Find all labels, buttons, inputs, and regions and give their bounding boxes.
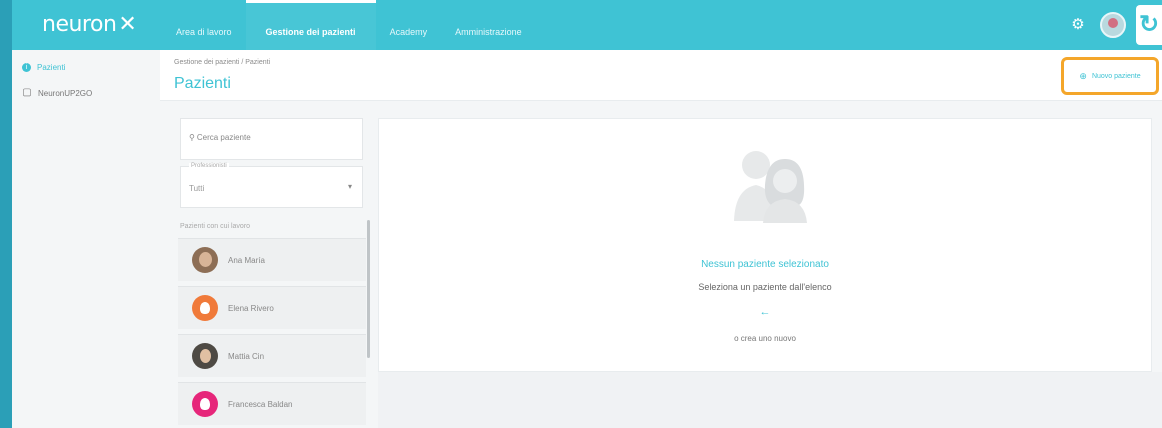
app-logo[interactable]: neuron✕	[42, 12, 137, 37]
search-icon: ⚲	[189, 133, 195, 142]
patient-list: Ana María Elena Rivero Mattia Cin France…	[178, 238, 366, 428]
breadcrumb[interactable]: Gestione dei pazienti / Pazienti	[174, 59, 270, 66]
device-icon: ▢	[22, 87, 32, 98]
page-header: Gestione dei pazienti / Pazienti Pazient…	[160, 50, 1162, 101]
arrow-left-icon: ←	[759, 306, 771, 318]
people-placeholder-icon	[734, 151, 807, 223]
app-window: neuron✕ Area di lavoro Gestione dei pazi…	[12, 0, 1162, 428]
list-heading: Pazienti con cui lavoro	[180, 223, 251, 230]
sidebar: i Pazienti ▢ NeuronUP2GO	[12, 50, 160, 428]
user-avatar[interactable]	[1100, 12, 1126, 38]
logo-mark: ✕	[118, 12, 137, 37]
empty-state-title: Nessun paziente selezionato	[701, 259, 829, 270]
top-bar: neuron✕ Area di lavoro Gestione dei pazi…	[12, 0, 1162, 50]
search-placeholder: Cerca paziente	[196, 133, 251, 142]
create-new-hint: o crea uno nuovo	[734, 334, 796, 343]
page-title: Pazienti	[174, 75, 231, 92]
select-value: Tutti	[189, 184, 205, 193]
nav-academy[interactable]: Academy	[376, 0, 442, 50]
empty-state-card: Nessun paziente selezionato Seleziona un…	[378, 118, 1152, 372]
patient-name: Francesca Baldan	[228, 399, 293, 409]
new-patient-highlight: ⊕ Nuovo paziente	[1061, 57, 1159, 95]
patient-name: Ana María	[228, 255, 265, 265]
sidebar-item-label: NeuronUP2GO	[38, 88, 93, 98]
list-item[interactable]: Francesca Baldan	[178, 382, 366, 425]
list-item[interactable]: Elena Rivero	[178, 286, 366, 329]
sidebar-item-label: Pazienti	[37, 62, 66, 72]
search-input[interactable]: ⚲ Cerca paziente	[180, 118, 363, 160]
sidebar-item-neuronup2go[interactable]: ▢ NeuronUP2GO	[12, 80, 160, 106]
top-icons: ⚙ ↻	[1070, 0, 1162, 50]
avatar	[192, 295, 218, 321]
new-patient-button[interactable]: ⊕ Nuovo paziente	[1079, 71, 1140, 82]
gear-icon[interactable]: ⚙	[1070, 17, 1086, 33]
logo-text: neuron	[42, 12, 117, 37]
lower-area	[378, 372, 1162, 428]
main-nav: Area di lavoro Gestione dei pazienti Aca…	[162, 0, 536, 50]
list-item[interactable]: Ana María	[178, 238, 366, 281]
empty-state-subtitle: Seleziona un paziente dall'elenco	[698, 282, 832, 292]
patient-list-panel: ⚲ Cerca paziente Professionisti Tutti ▾ P…	[166, 102, 378, 428]
nav-amministrazione[interactable]: Amministrazione	[441, 0, 536, 50]
avatar	[192, 391, 218, 417]
sidebar-item-pazienti[interactable]: i Pazienti	[12, 54, 160, 80]
plus-icon: ⊕	[1079, 70, 1087, 81]
nav-gestione-pazienti[interactable]: Gestione dei pazienti	[245, 0, 376, 50]
nav-area-di-lavoro[interactable]: Area di lavoro	[162, 0, 246, 50]
list-item[interactable]: Mattia Cin	[178, 334, 366, 377]
patient-name: Elena Rivero	[228, 303, 274, 313]
avatar	[192, 247, 218, 273]
chevron-down-icon: ▾	[347, 182, 352, 191]
scrollbar[interactable]	[367, 220, 370, 358]
select-label: Professionisti	[189, 163, 229, 169]
info-icon: i	[22, 62, 31, 72]
avatar	[192, 343, 218, 369]
neuron-corner-logo-icon: ↻	[1136, 5, 1162, 45]
professionals-select[interactable]: Professionisti Tutti ▾	[180, 163, 363, 208]
new-patient-label: Nuovo paziente	[1091, 72, 1141, 80]
patient-name: Mattia Cin	[228, 351, 265, 361]
